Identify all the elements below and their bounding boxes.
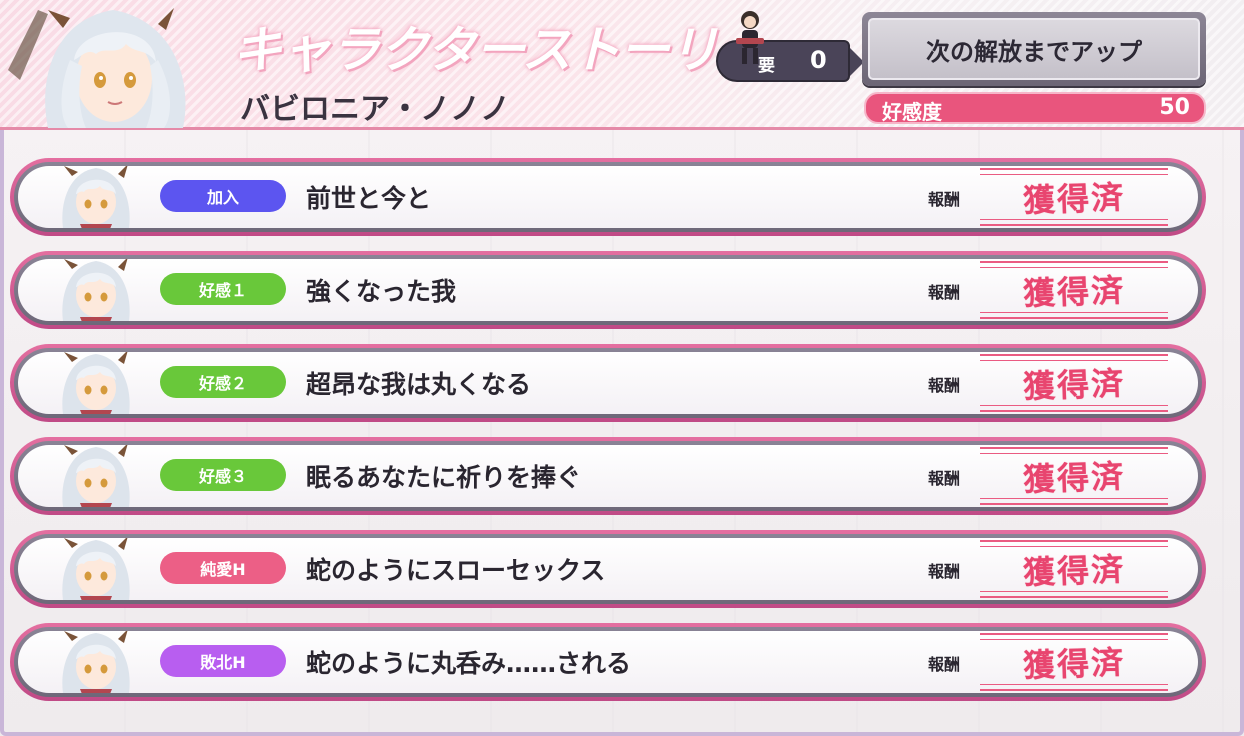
reward-status-text: 獲得済 [1022, 364, 1126, 406]
story-title: 超昂な我は丸くなる [306, 370, 532, 399]
story-title: 蛇のようにスローセックス [306, 556, 606, 585]
story-badge: 好感３ [160, 459, 286, 491]
screen-title: キャラクターストーリー [232, 21, 767, 79]
reward-label: 報酬 [928, 190, 961, 209]
story-row[interactable]: 好感２ 超昂な我は丸くなる 報酬 獲得済 [10, 344, 1206, 422]
reward-status-text: 獲得済 [1022, 457, 1126, 499]
story-row[interactable]: 好感１ 強くなった我 報酬 獲得済 [10, 251, 1206, 329]
character-chibi-icon [728, 8, 774, 70]
story-row[interactable]: 好感３ 眠るあなたに祈りを捧ぐ 報酬 獲得済 [10, 437, 1206, 515]
reward-label: 報酬 [928, 376, 961, 395]
reward-status-stamp: 獲得済 [980, 261, 1168, 319]
story-row[interactable]: 純愛H 蛇のようにスローセックス 報酬 獲得済 [10, 530, 1206, 608]
story-badge: 好感２ [160, 366, 286, 398]
reward-status-stamp: 獲得済 [980, 168, 1168, 226]
story-title: 眠るあなたに祈りを捧ぐ [306, 463, 582, 492]
story-row[interactable]: 敗北H 蛇のように丸呑み……される 報酬 獲得済 [10, 623, 1206, 701]
story-badge: 純愛H [160, 552, 286, 584]
reward-status-text: 獲得済 [1022, 178, 1126, 220]
story-row[interactable]: 加入 前世と今と 報酬 獲得済 [10, 158, 1206, 236]
story-title: 前世と今と [306, 184, 432, 213]
requirement-value: 0 [810, 46, 827, 74]
story-title: 強くなった我 [306, 277, 457, 306]
reward-label: 報酬 [928, 562, 961, 581]
story-avatar [50, 166, 142, 228]
reward-status-stamp: 獲得済 [980, 354, 1168, 412]
reward-status-text: 獲得済 [1022, 643, 1126, 685]
reward-status-stamp: 獲得済 [980, 540, 1168, 598]
affinity-bar: 好感度 50 [864, 92, 1206, 124]
reward-label: 報酬 [928, 655, 961, 674]
next-unlock-button-label: 次の解放までアップ [868, 18, 1200, 80]
story-list: 加入 前世と今と 報酬 獲得済 好感１ 強くなった我 報酬 獲得済 好感２ 超昂… [10, 158, 1206, 701]
story-badge: 加入 [160, 180, 286, 212]
story-title: 蛇のように丸呑み……される [306, 649, 632, 678]
character-name: バビロニア・ノノノ [240, 92, 510, 127]
story-badge: 敗北H [160, 645, 286, 677]
story-badge: 好感１ [160, 273, 286, 305]
reward-label: 報酬 [928, 283, 961, 302]
header: キャラクターストーリー バビロニア・ノノノ 要 0 次の解放までアップ 好感度 … [0, 0, 1244, 130]
story-avatar [50, 259, 142, 321]
story-avatar [50, 538, 142, 600]
reward-status-stamp: 獲得済 [980, 633, 1168, 691]
reward-status-stamp: 獲得済 [980, 447, 1168, 505]
next-unlock-button[interactable]: 次の解放までアップ [862, 12, 1206, 86]
affinity-value: 50 [1159, 95, 1190, 120]
story-avatar [50, 445, 142, 507]
reward-status-text: 獲得済 [1022, 550, 1126, 592]
reward-status-text: 獲得済 [1022, 271, 1126, 313]
story-avatar [50, 631, 142, 693]
story-avatar [50, 352, 142, 414]
affinity-label: 好感度 [882, 100, 942, 124]
character-portrait [8, 0, 226, 128]
reward-label: 報酬 [928, 469, 961, 488]
